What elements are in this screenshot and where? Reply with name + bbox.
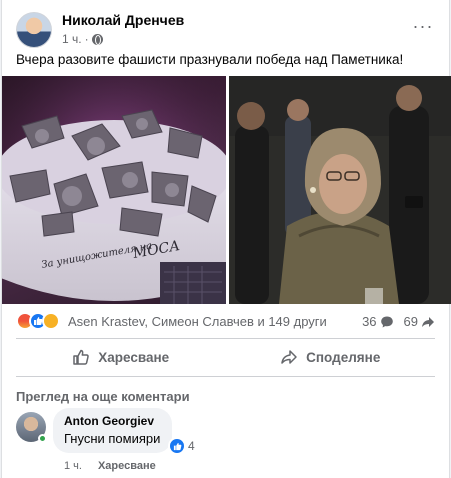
engagement-counts: 36 69 (362, 314, 435, 329)
post-meta: 1 ч. · (62, 32, 103, 46)
more-dots-icon: ··· (412, 15, 434, 36)
reactions-bar: Asen Krastev, Симеон Славчев и 149 други… (16, 312, 435, 332)
comment-like-icon (169, 438, 185, 454)
woman-photo[interactable] (229, 76, 451, 304)
more-options-button[interactable]: ··· (409, 14, 437, 38)
comment-meta: 1 ч. Харесване (64, 460, 156, 472)
comment-author[interactable]: Anton Georgiev (64, 414, 160, 428)
comment-reaction-count: 4 (188, 439, 195, 453)
actions-bottom-divider (16, 376, 435, 377)
post-author-name[interactable]: Николай Дренчев (62, 12, 184, 28)
post-text: Вчера разовите фашисти празнували победа… (16, 52, 404, 67)
sad-icon (42, 312, 60, 330)
globe-icon[interactable] (91, 33, 103, 45)
author-avatar[interactable] (16, 12, 52, 48)
actions-top-divider (16, 338, 435, 339)
post-time[interactable]: 1 ч. (62, 32, 82, 46)
comment-time[interactable]: 1 ч. (64, 460, 82, 472)
cake-photo[interactable]: За унищожителя на МОСА (2, 76, 226, 304)
comment-bubble: Anton Georgiev Гнусни помияри (53, 408, 173, 453)
post-card: Николай Дренчев 1 ч. · ··· Вчера разовит… (1, 0, 451, 478)
like-button[interactable]: Харесване (16, 341, 226, 373)
comment-text: Гнусни помияри (64, 431, 161, 446)
meta-separator: · (84, 32, 89, 46)
comment-icon (380, 316, 393, 327)
comment-like-link[interactable]: Харесване (98, 460, 156, 472)
online-status-dot (38, 434, 47, 443)
woman-photo-image (229, 76, 451, 304)
shares-count: 69 (403, 314, 418, 329)
share-icon (422, 316, 434, 327)
comments-count-link[interactable]: 36 (362, 314, 393, 329)
cake-photo-image: За унищожителя на МОСА (2, 76, 226, 304)
view-more-comments-link[interactable]: Преглед на още коментари (16, 389, 190, 404)
comments-count: 36 (362, 314, 377, 329)
share-button-label: Споделяне (306, 349, 381, 365)
reaction-names[interactable]: Asen Krastev, Симеон Славчев и 149 други (68, 314, 327, 329)
share-button[interactable]: Споделяне (226, 341, 436, 373)
comment-reaction-badge[interactable]: 4 (168, 437, 198, 455)
post-actions: Харесване Споделяне (16, 341, 435, 373)
thumbs-up-icon (73, 349, 90, 365)
shares-count-link[interactable]: 69 (404, 314, 435, 329)
like-button-label: Харесване (98, 349, 170, 365)
reaction-icons[interactable] (16, 312, 60, 330)
share-arrow-icon (281, 350, 297, 364)
post-header: Николай Дренчев 1 ч. · ··· (16, 10, 439, 50)
